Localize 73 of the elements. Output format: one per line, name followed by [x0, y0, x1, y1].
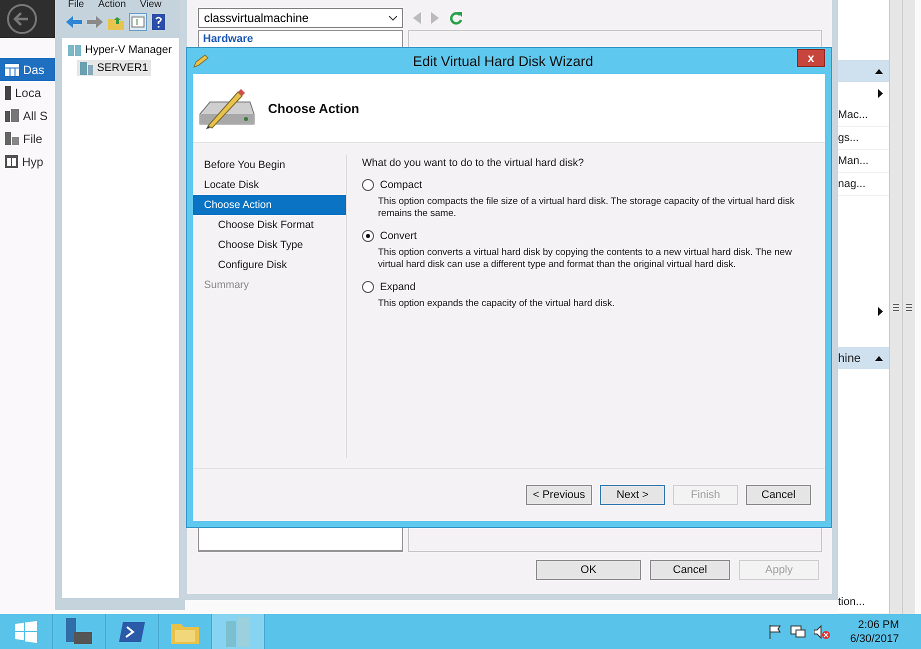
sidebar-item[interactable]: File: [0, 127, 55, 150]
network-icon[interactable]: [790, 624, 806, 638]
radio-option[interactable]: Convert: [362, 228, 813, 244]
tree-item[interactable]: Hyper-V Manager: [65, 42, 175, 58]
menu-item[interactable]: Action: [98, 0, 126, 10]
pencil-icon: [193, 54, 209, 68]
hardware-heading: Hardware: [203, 33, 254, 45]
wizard-button[interactable]: < Previous: [526, 485, 592, 505]
dialog-button[interactable]: Cancel: [650, 560, 730, 580]
wizard-button[interactable]: Cancel: [746, 485, 811, 505]
sidebar-item[interactable]: Loca: [0, 81, 55, 104]
question-text: What do you want to do to the virtual hard disk?: [362, 157, 585, 169]
menu-item[interactable]: View: [140, 0, 162, 10]
powershell-icon: [119, 622, 145, 642]
collapse-icon: [875, 356, 884, 360]
previous-icon[interactable]: [413, 12, 421, 24]
window-title: Edit Virtual Hard Disk Wizard: [412, 53, 594, 69]
hyper-v-icon: [5, 155, 18, 168]
sidebar-item[interactable]: Hyp: [0, 150, 55, 173]
server-icon: [5, 86, 11, 100]
hyper-v-manager-icon: [224, 616, 252, 646]
speaker-muted-icon[interactable]: [814, 624, 830, 638]
sidebar-item[interactable]: All S: [0, 104, 55, 127]
server-icon: [80, 62, 94, 74]
servers-icon: [5, 109, 19, 122]
grip-icon: [893, 304, 900, 310]
collapse-icon: [875, 68, 884, 74]
vm-select[interactable]: classvirtualmachine: [198, 8, 403, 28]
scrollbar[interactable]: [902, 0, 915, 614]
back-icon[interactable]: [6, 3, 38, 35]
wizard-step[interactable]: Locate Disk: [193, 175, 346, 195]
close-button[interactable]: x: [797, 49, 825, 67]
chevron-down-icon: [389, 16, 397, 20]
radio-icon[interactable]: [362, 230, 374, 242]
next-icon[interactable]: [431, 12, 439, 24]
wizard-step[interactable]: Before You Begin: [193, 155, 346, 175]
wizard-heading: Choose Action: [268, 100, 360, 116]
refresh-icon[interactable]: [449, 11, 463, 25]
flag-icon[interactable]: [768, 624, 782, 638]
sidebar-item[interactable]: Das: [0, 58, 55, 81]
forward-arrow-icon[interactable]: [87, 15, 103, 29]
wizard-step[interactable]: Configure Disk: [193, 255, 346, 275]
windows-logo-icon: [15, 620, 37, 642]
radio-option[interactable]: Expand: [362, 279, 813, 295]
scrollbar[interactable]: [889, 0, 902, 614]
back-arrow-icon[interactable]: [66, 15, 82, 29]
dashboard-icon: [5, 64, 19, 76]
tree-item[interactable]: SERVER1: [77, 60, 152, 76]
submenu-arrow-icon: [878, 88, 884, 98]
menu-item[interactable]: File: [68, 0, 84, 10]
wizard-step[interactable]: Choose Action: [193, 195, 346, 215]
submenu-arrow-icon: [878, 306, 884, 316]
option-description: This option compacts the file size of a virtual hard disk. The storage capacity of the virtual hard disk remains the same.: [377, 196, 796, 220]
grip-icon: [906, 304, 912, 310]
radio-option[interactable]: Compact: [362, 177, 813, 193]
disk-with-pencil-icon: [198, 86, 256, 130]
section-title: hine: [838, 351, 861, 365]
clock[interactable]: 2:06 PM 6/30/2017: [850, 618, 899, 646]
folder-up-icon[interactable]: [108, 14, 124, 30]
help-icon[interactable]: [152, 14, 165, 30]
dialog-button[interactable]: OK: [536, 560, 641, 580]
radio-icon[interactable]: [362, 179, 374, 191]
wizard-step[interactable]: Choose Disk Type: [193, 235, 346, 255]
radio-icon[interactable]: [362, 281, 374, 293]
option-description: This option converts a virtual hard disk by copying the contents to a new virtual hard disk. The new virtual hard disk can use a different type and format than the original virtual hard disk.: [377, 247, 793, 271]
wizard-button[interactable]: Next >: [600, 485, 665, 505]
actions-section-header[interactable]: hine: [838, 347, 890, 369]
option-description: This option expands the capacity of the virtual hard disk.: [377, 298, 616, 310]
hyper-v-manager-icon: [68, 44, 82, 56]
server-manager-icon: [64, 618, 94, 646]
file-server-icon: [5, 132, 19, 145]
panel-icon[interactable]: [129, 13, 147, 31]
wizard-step[interactable]: Choose Disk Format: [193, 215, 346, 235]
